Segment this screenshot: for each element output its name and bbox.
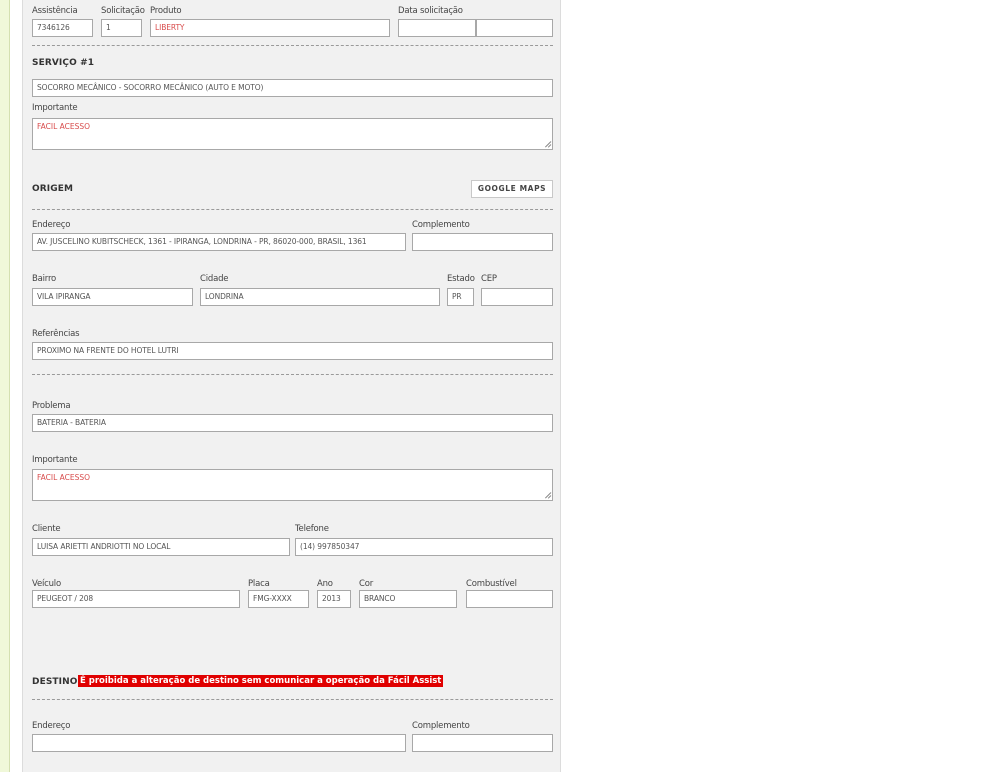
resize-grip-icon[interactable] (544, 492, 551, 499)
origem-complemento-field[interactable] (412, 233, 553, 251)
cep-label: CEP (481, 274, 497, 284)
service-form-panel: Assistência 7346126 Solicitação 1 Produt… (22, 0, 561, 772)
resize-grip-icon[interactable] (544, 141, 551, 148)
servico-field[interactable]: SOCORRO MECÂNICO - SOCORRO MECÂNICO (AUT… (32, 79, 553, 97)
assistencia-label: Assistência (32, 6, 78, 16)
problema-importante-label: Importante (32, 455, 78, 465)
divider (32, 374, 553, 375)
combustivel-field[interactable] (466, 590, 553, 608)
destino-endereco-field[interactable] (32, 734, 406, 752)
problema-field[interactable]: BATERIA - BATERIA (32, 414, 553, 432)
cor-label: Cor (359, 579, 374, 589)
cep-field[interactable] (481, 288, 553, 306)
cidade-field[interactable]: LONDRINA (200, 288, 440, 306)
ano-label: Ano (317, 579, 333, 589)
origem-endereco-label: Endereço (32, 220, 71, 230)
divider (32, 699, 553, 700)
ano-field[interactable]: 2013 (317, 590, 351, 608)
servico-title: SERVIÇO #1 (32, 58, 95, 68)
estado-field[interactable]: PR (447, 288, 474, 306)
cliente-label: Cliente (32, 524, 61, 534)
data-solicitacao-label: Data solicitação (398, 6, 463, 16)
origem-title: ORIGEM (32, 184, 74, 194)
data-solicitacao-time-field[interactable] (476, 19, 553, 37)
placa-field[interactable]: FMG-XXXX (248, 590, 309, 608)
cor-field[interactable]: BRANCO (359, 590, 457, 608)
data-solicitacao-date-field[interactable] (398, 19, 476, 37)
problema-label: Problema (32, 401, 71, 411)
origem-endereco-field[interactable]: AV. JUSCELINO KUBITSCHECK, 1361 - IPIRAN… (32, 233, 406, 251)
divider (32, 209, 553, 210)
servico-importante-label: Importante (32, 103, 78, 113)
placa-label: Placa (248, 579, 270, 589)
referencias-label: Referências (32, 329, 80, 339)
servico-importante-textarea[interactable]: FACIL ACESSO (32, 118, 553, 150)
solicitacao-label: Solicitação (101, 6, 145, 16)
cidade-label: Cidade (200, 274, 229, 284)
problema-importante-textarea[interactable]: FACIL ACESSO (32, 469, 553, 501)
estado-label: Estado (447, 274, 475, 284)
servico-importante-text: FACIL ACESSO (37, 122, 91, 131)
bairro-field[interactable]: VILA IPIRANGA (32, 288, 193, 306)
destino-complemento-label: Complemento (412, 721, 470, 731)
google-maps-button[interactable]: GOOGLE MAPS (471, 180, 553, 198)
bairro-label: Bairro (32, 274, 57, 284)
referencias-field[interactable]: PROXIMO NA FRENTE DO HOTEL LUTRI (32, 342, 553, 360)
veiculo-field[interactable]: PEUGEOT / 208 (32, 590, 240, 608)
produto-field[interactable]: LIBERTY (150, 19, 390, 37)
problema-importante-text: FACIL ACESSO (37, 473, 91, 482)
origem-complemento-label: Complemento (412, 220, 470, 230)
left-sidebar-strip (0, 0, 10, 772)
divider (32, 45, 553, 46)
produto-label: Produto (150, 6, 182, 16)
assistencia-field[interactable]: 7346126 (32, 19, 93, 37)
combustivel-label: Combustível (466, 579, 517, 589)
telefone-label: Telefone (295, 524, 329, 534)
destino-endereco-label: Endereço (32, 721, 71, 731)
destino-title: DESTINO (32, 677, 78, 687)
cliente-field[interactable]: LUISA ARIETTI ANDRIOTTI NO LOCAL (32, 538, 290, 556)
destino-complemento-field[interactable] (412, 734, 553, 752)
solicitacao-field[interactable]: 1 (101, 19, 142, 37)
veiculo-label: Veículo (32, 579, 61, 589)
telefone-field[interactable]: (14) 997850347 (295, 538, 553, 556)
destino-warning-badge: É proibida a alteração de destino sem co… (78, 675, 444, 687)
